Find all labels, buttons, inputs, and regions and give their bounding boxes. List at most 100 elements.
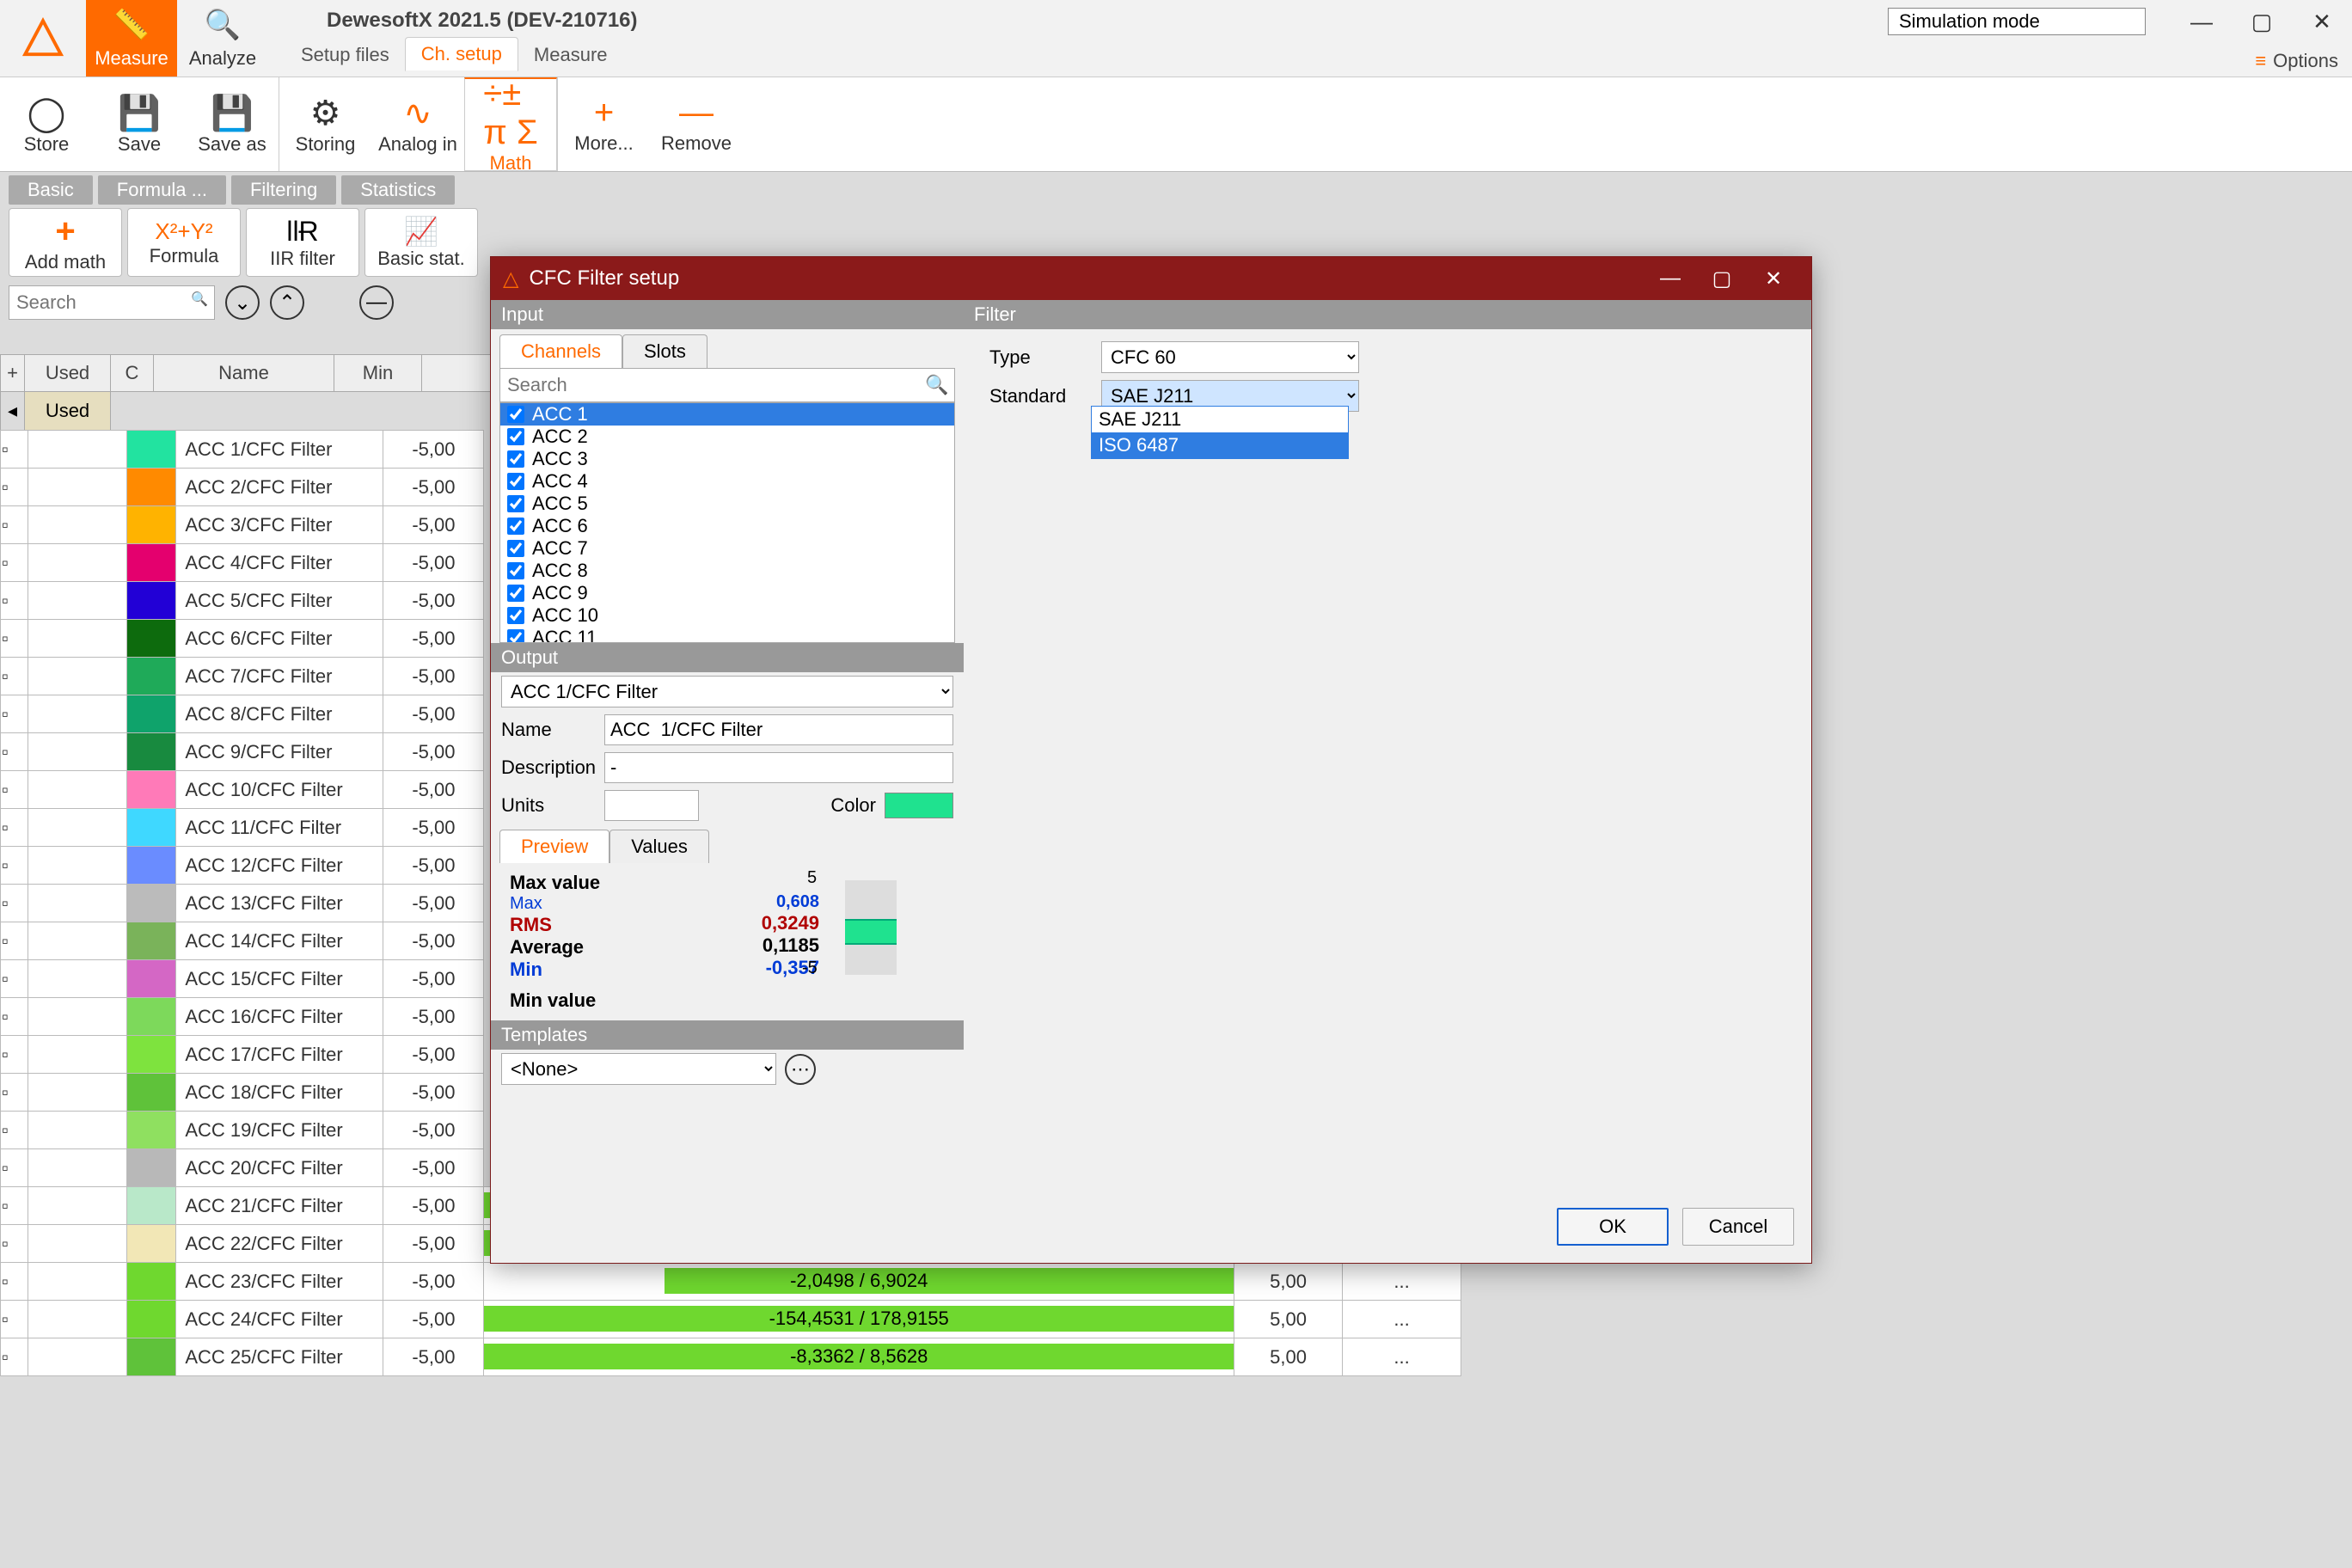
cat-basic[interactable]: Basic: [9, 175, 93, 205]
collapse-button[interactable]: —: [359, 285, 394, 320]
subtab-setup-files[interactable]: Setup files: [285, 39, 405, 71]
dialog-maximize[interactable]: ▢: [1696, 266, 1748, 291]
add-row-button[interactable]: +: [1, 355, 25, 391]
row-color[interactable]: [126, 1301, 175, 1338]
row-color[interactable]: [126, 1338, 175, 1376]
channel-checkbox[interactable]: [507, 406, 524, 423]
row-expand[interactable]: ▫: [1, 771, 28, 809]
row-color[interactable]: [126, 1036, 175, 1074]
row-color[interactable]: [126, 885, 175, 922]
row-color[interactable]: [126, 809, 175, 847]
channel-item[interactable]: ACC 6: [500, 515, 954, 537]
row-expand[interactable]: ▫: [1, 506, 28, 544]
search-input[interactable]: [9, 285, 215, 320]
channel-item[interactable]: ACC 3: [500, 448, 954, 470]
row-color[interactable]: [126, 431, 175, 469]
channel-checkbox[interactable]: [507, 607, 524, 624]
row-expand[interactable]: ▫: [1, 1225, 28, 1263]
table-row[interactable]: ▫ACC 24/CFC Filter-5,00-154,4531 / 178,9…: [1, 1301, 1461, 1338]
row-color[interactable]: [126, 1263, 175, 1301]
row-expand[interactable]: ▫: [1, 582, 28, 620]
row-expand[interactable]: ▫: [1, 885, 28, 922]
channel-item[interactable]: ACC 10: [500, 604, 954, 627]
tool-more[interactable]: +More...: [557, 77, 650, 171]
channel-checkbox[interactable]: [507, 562, 524, 579]
move-down-button[interactable]: ⌄: [225, 285, 260, 320]
row-expand[interactable]: ▫: [1, 1263, 28, 1301]
row-color[interactable]: [126, 771, 175, 809]
tab-channels[interactable]: Channels: [499, 334, 622, 368]
channel-item[interactable]: ACC 8: [500, 560, 954, 582]
simulation-mode-badge[interactable]: Simulation mode: [1888, 8, 2146, 35]
dialog-close[interactable]: ✕: [1748, 266, 1799, 291]
row-expand[interactable]: ▫: [1, 1187, 28, 1225]
minimize-button[interactable]: —: [2171, 9, 2232, 35]
row-expand[interactable]: ▫: [1, 1074, 28, 1112]
tool-math[interactable]: ÷±π ΣMath: [464, 77, 557, 171]
tab-slots[interactable]: Slots: [622, 334, 707, 368]
row-expand[interactable]: ▫: [1, 1112, 28, 1149]
cat-formula[interactable]: Formula ...: [98, 175, 226, 205]
channel-item[interactable]: ACC 7: [500, 537, 954, 560]
col-min[interactable]: Min: [334, 355, 422, 391]
type-select[interactable]: CFC 60: [1101, 341, 1359, 373]
row-color[interactable]: [126, 469, 175, 506]
channel-item[interactable]: ACC 2: [500, 426, 954, 448]
dialog-minimize[interactable]: —: [1645, 266, 1696, 291]
row-color[interactable]: [126, 1074, 175, 1112]
iir-filter-button[interactable]: ƖƖɌIIR filter: [246, 208, 359, 277]
move-up-button[interactable]: ⌃: [270, 285, 304, 320]
row-color[interactable]: [126, 998, 175, 1036]
channel-checkbox[interactable]: [507, 450, 524, 468]
row-color[interactable]: [126, 544, 175, 582]
subtab-ch-setup[interactable]: Ch. setup: [405, 37, 518, 71]
row-color[interactable]: [126, 733, 175, 771]
row-expand[interactable]: ▫: [1, 960, 28, 998]
tab-values[interactable]: Values: [609, 830, 709, 863]
row-expand[interactable]: ▫: [1, 544, 28, 582]
cat-statistics[interactable]: Statistics: [341, 175, 455, 205]
row-expand[interactable]: ▫: [1, 1301, 28, 1338]
channel-checkbox[interactable]: [507, 540, 524, 557]
standard-dropdown-list[interactable]: SAE J211 ISO 6487: [1091, 406, 1349, 459]
tool-save[interactable]: 💾Save: [93, 77, 186, 171]
col-used[interactable]: Used: [25, 355, 111, 391]
row-expand[interactable]: ▫: [1, 469, 28, 506]
row-setup-button[interactable]: ...: [1343, 1263, 1461, 1301]
table-row[interactable]: ▫ACC 25/CFC Filter-5,00-8,3362 / 8,56285…: [1, 1338, 1461, 1376]
row-color[interactable]: [126, 1149, 175, 1187]
close-button[interactable]: ✕: [2292, 9, 2352, 35]
mode-measure[interactable]: 📏 Measure: [86, 0, 177, 77]
row-expand[interactable]: ▫: [1, 1036, 28, 1074]
row-expand[interactable]: ▫: [1, 1149, 28, 1187]
row-expand[interactable]: ▫: [1, 620, 28, 658]
channel-item[interactable]: ACC 11: [500, 627, 954, 643]
row-color[interactable]: [126, 960, 175, 998]
formula-button[interactable]: X²+Y²Formula: [127, 208, 241, 277]
channel-checkbox[interactable]: [507, 629, 524, 643]
tool-remove[interactable]: —Remove: [650, 77, 743, 171]
tool-store[interactable]: ◯Store: [0, 77, 93, 171]
template-more-button[interactable]: ⋯: [785, 1054, 816, 1085]
name-field[interactable]: [604, 714, 953, 745]
tab-preview[interactable]: Preview: [499, 830, 609, 863]
col-color[interactable]: C: [111, 355, 154, 391]
channel-item[interactable]: ACC 9: [500, 582, 954, 604]
maximize-button[interactable]: ▢: [2232, 9, 2292, 35]
channel-checkbox[interactable]: [507, 495, 524, 512]
standard-option-sae[interactable]: SAE J211: [1092, 407, 1348, 432]
row-expand[interactable]: ▫: [1, 998, 28, 1036]
row-setup-button[interactable]: ...: [1343, 1301, 1461, 1338]
row-expand[interactable]: ▫: [1, 733, 28, 771]
row-expand[interactable]: ▫: [1, 431, 28, 469]
col-name[interactable]: Name: [154, 355, 334, 391]
row-expand[interactable]: ▫: [1, 922, 28, 960]
cancel-button[interactable]: Cancel: [1682, 1208, 1794, 1246]
tool-storing[interactable]: ⚙Storing: [279, 77, 371, 171]
standard-option-iso[interactable]: ISO 6487: [1092, 432, 1348, 458]
row-expand[interactable]: ▫: [1, 658, 28, 695]
template-select[interactable]: <None>: [501, 1053, 776, 1085]
row-color[interactable]: [126, 922, 175, 960]
row-expand[interactable]: ▫: [1, 1338, 28, 1376]
channel-item[interactable]: ACC 1: [500, 403, 954, 426]
